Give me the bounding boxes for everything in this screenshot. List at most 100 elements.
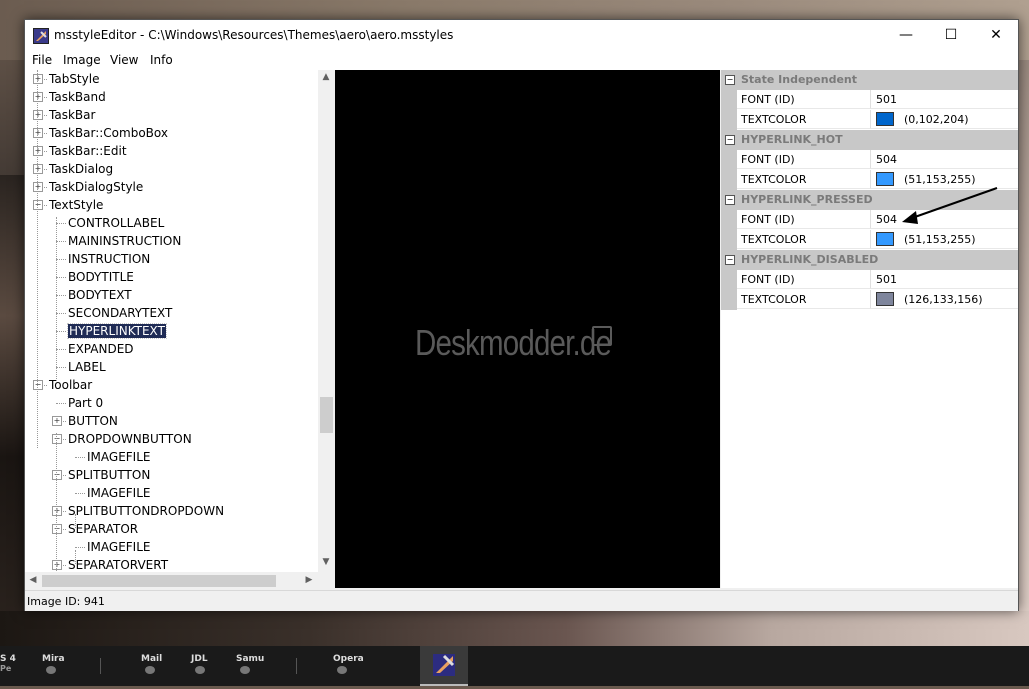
taskbar-item[interactable]: S 4 Pe bbox=[0, 654, 16, 673]
tree-item[interactable]: MAININSTRUCTION bbox=[68, 232, 181, 250]
expand-icon[interactable]: + bbox=[52, 416, 62, 426]
tree-connector bbox=[56, 223, 66, 224]
tree-item[interactable]: BUTTON bbox=[68, 412, 118, 430]
property-value[interactable]: (126,133,156) bbox=[871, 290, 1018, 309]
taskbar-item[interactable]: Samu bbox=[236, 654, 264, 674]
property-row[interactable]: FONT (ID) 504 bbox=[721, 150, 1018, 170]
menu-image[interactable]: Image bbox=[63, 53, 101, 67]
menu-view[interactable]: View bbox=[110, 53, 138, 67]
property-group-header[interactable]: − State Independent bbox=[721, 70, 1018, 90]
property-row[interactable]: TEXTCOLOR (126,133,156) bbox=[721, 290, 1018, 310]
property-value[interactable]: 501 bbox=[871, 270, 1018, 289]
property-value[interactable]: 504 bbox=[871, 210, 1018, 229]
tree-item[interactable]: IMAGEFILE bbox=[87, 448, 150, 466]
color-swatch[interactable] bbox=[876, 232, 894, 246]
collapse-icon[interactable]: − bbox=[725, 195, 735, 205]
tree-item[interactable]: LABEL bbox=[68, 358, 106, 376]
taskbar-item-label: S 4 bbox=[0, 654, 16, 664]
tree-item[interactable]: Part 0 bbox=[68, 394, 103, 412]
collapse-icon[interactable]: − bbox=[725, 135, 735, 145]
taskbar-item[interactable]: Mira bbox=[42, 654, 65, 674]
maximize-button[interactable]: ☐ bbox=[928, 20, 974, 50]
expand-icon[interactable]: + bbox=[33, 182, 43, 192]
expand-icon[interactable]: + bbox=[33, 92, 43, 102]
close-button[interactable]: ✕ bbox=[973, 20, 1019, 50]
collapse-icon[interactable]: − bbox=[52, 470, 62, 480]
property-value[interactable]: (51,153,255) bbox=[871, 170, 1018, 189]
tree-item[interactable]: TextStyle bbox=[49, 196, 103, 214]
tree-item[interactable]: SPLITBUTTONDROPDOWN bbox=[68, 502, 224, 520]
scroll-up-icon[interactable]: ▲ bbox=[318, 72, 334, 82]
tree-item[interactable]: TaskBar::Edit bbox=[49, 142, 127, 160]
property-row[interactable]: TEXTCOLOR (51,153,255) bbox=[721, 230, 1018, 250]
tree-item[interactable]: SECONDARYTEXT bbox=[68, 304, 172, 322]
property-row[interactable]: TEXTCOLOR (51,153,255) bbox=[721, 170, 1018, 190]
taskbar-item[interactable]: Opera bbox=[333, 654, 364, 674]
collapse-icon[interactable]: − bbox=[33, 200, 43, 210]
tree-item[interactable]: BODYTITLE bbox=[68, 268, 134, 286]
taskbar-msstyleeditor-button[interactable] bbox=[420, 646, 468, 686]
tree-item[interactable]: SPLITBUTTON bbox=[68, 466, 150, 484]
tree-item[interactable]: TaskBand bbox=[49, 88, 106, 106]
tree-horizontal-scrollbar[interactable]: ◀ ▶ bbox=[25, 572, 318, 588]
collapse-icon[interactable]: − bbox=[52, 434, 62, 444]
minimize-button[interactable]: — bbox=[883, 20, 929, 50]
tree-item[interactable]: DROPDOWNBUTTON bbox=[68, 430, 192, 448]
expand-icon[interactable]: + bbox=[33, 110, 43, 120]
tree-vertical-scroll-thumb[interactable] bbox=[320, 397, 333, 433]
color-swatch[interactable] bbox=[876, 292, 894, 306]
tree-item[interactable]: TabStyle bbox=[49, 70, 99, 88]
property-row[interactable]: FONT (ID) 501 bbox=[721, 270, 1018, 290]
property-group-label: HYPERLINK_DISABLED bbox=[741, 253, 879, 266]
tree-item[interactable]: IMAGEFILE bbox=[87, 484, 150, 502]
tree-item[interactable]: CONTROLLABEL bbox=[68, 214, 164, 232]
tree-item[interactable]: INSTRUCTION bbox=[68, 250, 150, 268]
expand-icon[interactable]: + bbox=[33, 74, 43, 84]
scroll-left-icon[interactable]: ◀ bbox=[25, 575, 41, 585]
taskbar-item[interactable]: JDL bbox=[191, 654, 208, 674]
color-swatch[interactable] bbox=[876, 172, 894, 186]
tree-vertical-scrollbar[interactable]: ▲ ▼ bbox=[318, 70, 334, 572]
collapse-icon[interactable]: − bbox=[52, 524, 62, 534]
scroll-down-icon[interactable]: ▼ bbox=[318, 557, 334, 567]
property-grid[interactable]: − State Independent FONT (ID) 501 TEXTCOLOR(… bbox=[721, 70, 1018, 588]
expand-icon[interactable]: + bbox=[52, 506, 62, 516]
tree-item[interactable]: TaskBar bbox=[49, 106, 95, 124]
tree-item[interactable]: TaskDialogStyle bbox=[49, 178, 143, 196]
title-bar[interactable]: msstyleEditor - C:\Windows\Resources\The… bbox=[25, 20, 1018, 50]
collapse-icon[interactable]: − bbox=[33, 380, 43, 390]
expand-icon[interactable]: + bbox=[33, 128, 43, 138]
color-swatch[interactable] bbox=[876, 112, 894, 126]
tree-item[interactable]: BODYTEXT bbox=[68, 286, 132, 304]
property-value[interactable]: 501 bbox=[871, 90, 1018, 109]
property-gutter bbox=[721, 150, 737, 170]
property-value[interactable]: (0,102,204) bbox=[871, 110, 1018, 129]
property-group-header[interactable]: − HYPERLINK_HOT bbox=[721, 130, 1018, 150]
tree-item[interactable]: EXPANDED bbox=[68, 340, 134, 358]
taskbar-item[interactable]: Mail bbox=[141, 654, 162, 674]
tree-item[interactable]: IMAGEFILE bbox=[87, 538, 150, 556]
expand-icon[interactable]: + bbox=[52, 560, 62, 570]
property-row[interactable]: TEXTCOLOR (0,102,204) bbox=[721, 110, 1018, 130]
tree-item[interactable]: HYPERLINKTEXT bbox=[67, 322, 167, 340]
collapse-icon[interactable]: − bbox=[725, 75, 735, 85]
tree-item[interactable]: TaskDialog bbox=[49, 160, 113, 178]
scroll-right-icon[interactable]: ▶ bbox=[301, 575, 317, 585]
class-tree-view[interactable]: TabStyle + TaskBand + TaskBar + TaskBar::Combo… bbox=[25, 70, 334, 588]
collapse-icon[interactable]: − bbox=[725, 255, 735, 265]
property-row[interactable]: FONT (ID) 504 bbox=[721, 210, 1018, 230]
tree-item[interactable]: SEPARATOR bbox=[68, 520, 138, 538]
window-title: msstyleEditor - C:\Windows\Resources\The… bbox=[54, 28, 454, 42]
property-group-header[interactable]: − HYPERLINK_DISABLED bbox=[721, 250, 1018, 270]
menu-file[interactable]: File bbox=[32, 53, 52, 67]
property-row[interactable]: FONT (ID) 501 bbox=[721, 90, 1018, 110]
expand-icon[interactable]: + bbox=[33, 146, 43, 156]
property-gutter bbox=[721, 290, 737, 310]
tree-item[interactable]: TaskBar::ComboBox bbox=[49, 124, 168, 142]
property-value[interactable]: (51,153,255) bbox=[871, 230, 1018, 249]
expand-icon[interactable]: + bbox=[33, 164, 43, 174]
property-value[interactable]: 504 bbox=[871, 150, 1018, 169]
tree-horizontal-scroll-thumb[interactable] bbox=[42, 575, 276, 587]
property-group-header[interactable]: − HYPERLINK_PRESSED bbox=[721, 190, 1018, 210]
menu-info[interactable]: Info bbox=[150, 53, 173, 67]
